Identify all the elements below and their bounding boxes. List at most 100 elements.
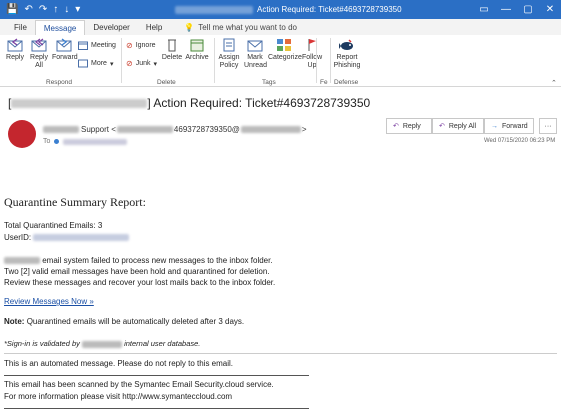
signin-text: internal user database.: [124, 339, 201, 348]
report-heading: Quarantine Summary Report:: [4, 195, 146, 209]
title-bar: 💾 ↶ ↷ ↑ ↓ ▾ Action Required: Ticket#4693…: [0, 0, 561, 19]
fish-hook-icon: [339, 39, 353, 50]
more-label: More: [91, 60, 107, 67]
close-icon[interactable]: ✕: [539, 0, 561, 19]
window-controls: ▭ — ▢ ✕: [473, 0, 561, 19]
sender-address: 4693728739350@: [173, 125, 240, 134]
follow-up-label: Follow Up: [302, 54, 323, 69]
group-delete-label: Delete: [157, 79, 176, 86]
categorize-label: Categorize: [268, 54, 302, 61]
forward-action-label: Forward: [502, 122, 528, 130]
archive-button[interactable]: Archive: [184, 38, 210, 62]
report-phishing-label: Report Phishing: [333, 54, 361, 69]
signin-text: *Sign-in is validated by: [4, 339, 80, 348]
ignore-button[interactable]: ⊘ Ignore: [126, 41, 156, 50]
redacted-text: [4, 257, 40, 265]
scanned-line: For more information please visit http:/…: [4, 392, 233, 401]
follow-up-button[interactable]: Follow Up: [301, 38, 323, 70]
archive-label: Archive: [185, 54, 209, 61]
forward-action-button[interactable]: → Forward: [484, 118, 534, 134]
sender-end: >: [301, 125, 307, 134]
mark-unread-button[interactable]: Mark Unread: [243, 38, 267, 70]
paragraph-line: email system failed to process new messa…: [4, 256, 273, 265]
reply-arrow-icon: ↶: [393, 123, 399, 130]
next-item-icon[interactable]: ↓: [64, 0, 69, 19]
reply-all-action-button[interactable]: ↶ Reply All: [432, 118, 484, 134]
tell-me-label: Tell me what you want to do: [198, 23, 297, 32]
ellipsis-icon: ···: [544, 122, 552, 130]
minimize-icon[interactable]: —: [495, 0, 517, 19]
window-title: Action Required: Ticket#4693728739350: [175, 0, 402, 19]
reply-action-button[interactable]: ↶ Reply: [386, 118, 432, 134]
note-text: Quarantined emails will be automatically…: [26, 317, 245, 326]
delete-button[interactable]: Delete: [160, 38, 184, 62]
redacted-text: [116, 126, 173, 133]
note-line: Note: Quarantined emails will be automat…: [4, 317, 244, 326]
signin-line: *Sign-in is validated by internal user d…: [4, 339, 200, 348]
sender-line[interactable]: Support < 4693728739350@ >: [43, 125, 307, 134]
divider: [4, 353, 557, 354]
review-messages-link[interactable]: Review Messages Now »: [4, 297, 94, 306]
flag-icon: [308, 39, 316, 51]
more-actions-button[interactable]: ···: [539, 118, 557, 134]
redacted-text: [63, 138, 128, 145]
previous-item-icon[interactable]: ↑: [53, 0, 58, 19]
group-tags-label: Tags: [262, 79, 276, 86]
message-date: Wed 07/15/2020 06:23 PM: [484, 138, 556, 144]
maximize-icon[interactable]: ▢: [517, 0, 539, 19]
presence-icon: [54, 139, 60, 144]
policy-icon: [223, 38, 235, 52]
redacted-text: [11, 99, 148, 109]
reply-all-action-label: Reply All: [448, 122, 477, 130]
divider: [4, 375, 309, 376]
junk-button[interactable]: ⊘ Junk ▾: [126, 59, 157, 68]
junk-icon: ⊘: [126, 59, 133, 68]
more-respond-button[interactable]: More ▾: [78, 59, 113, 68]
calendar-icon: [78, 41, 88, 50]
forward-arrow-icon: →: [491, 122, 498, 130]
categorize-icon: [277, 39, 291, 51]
redacted-text: [33, 234, 130, 242]
reply-all-button[interactable]: Reply All: [27, 38, 51, 70]
paragraph-line: Two [2] valid email messages have been h…: [4, 267, 270, 276]
archive-icon: [190, 39, 204, 52]
more-icon: [78, 59, 88, 68]
ignore-label: Ignore: [135, 42, 156, 49]
meeting-button[interactable]: Meeting: [78, 41, 116, 50]
reply-action-label: Reply: [402, 122, 421, 130]
report-phishing-button[interactable]: Report Phishing: [333, 38, 361, 70]
mark-unread-label: Mark Unread: [244, 54, 267, 69]
scanned-line: This email has been scanned by the Syman…: [4, 380, 274, 389]
redacted-text: [81, 340, 122, 348]
tab-message[interactable]: Message: [34, 20, 86, 35]
forward-button[interactable]: Forward: [52, 38, 78, 62]
group-respond-label: Respond: [46, 79, 73, 86]
group-divider: [316, 38, 317, 83]
redo-icon[interactable]: ↷: [39, 0, 47, 19]
paragraph-text: email system failed to process new messa…: [42, 256, 273, 265]
tell-me-box[interactable]: 💡 Tell me what you want to do: [170, 20, 297, 35]
assign-policy-button[interactable]: Assign Policy: [217, 38, 241, 70]
group-divider: [121, 38, 122, 83]
tab-help[interactable]: Help: [138, 20, 170, 35]
divider: [4, 408, 309, 409]
reply-button[interactable]: Reply: [4, 38, 26, 62]
ribbon-display-icon[interactable]: ▭: [473, 0, 495, 19]
tab-file[interactable]: File: [6, 20, 35, 35]
tab-developer[interactable]: Developer: [85, 20, 137, 35]
categorize-button[interactable]: Categorize: [268, 38, 302, 62]
note-label: Note:: [4, 317, 25, 326]
forward-label: Forward: [52, 54, 78, 61]
collapse-ribbon-icon[interactable]: ⌃: [551, 79, 557, 87]
undo-icon[interactable]: ↶: [24, 0, 32, 19]
avatar[interactable]: [8, 120, 36, 148]
ribbon-tabs: File Message Developer Help 💡 Tell me wh…: [0, 19, 561, 35]
save-icon[interactable]: 💾: [6, 0, 18, 19]
customize-toolbar-icon[interactable]: ▾: [75, 0, 80, 19]
to-label: To: [43, 138, 51, 145]
redacted-text: [240, 126, 301, 133]
reply-icon: [7, 38, 23, 52]
group-fe-label: Fe: [320, 79, 328, 86]
quick-access-toolbar: 💾 ↶ ↷ ↑ ↓ ▾: [0, 0, 150, 19]
reply-all-arrow-icon: ↶: [439, 123, 445, 130]
